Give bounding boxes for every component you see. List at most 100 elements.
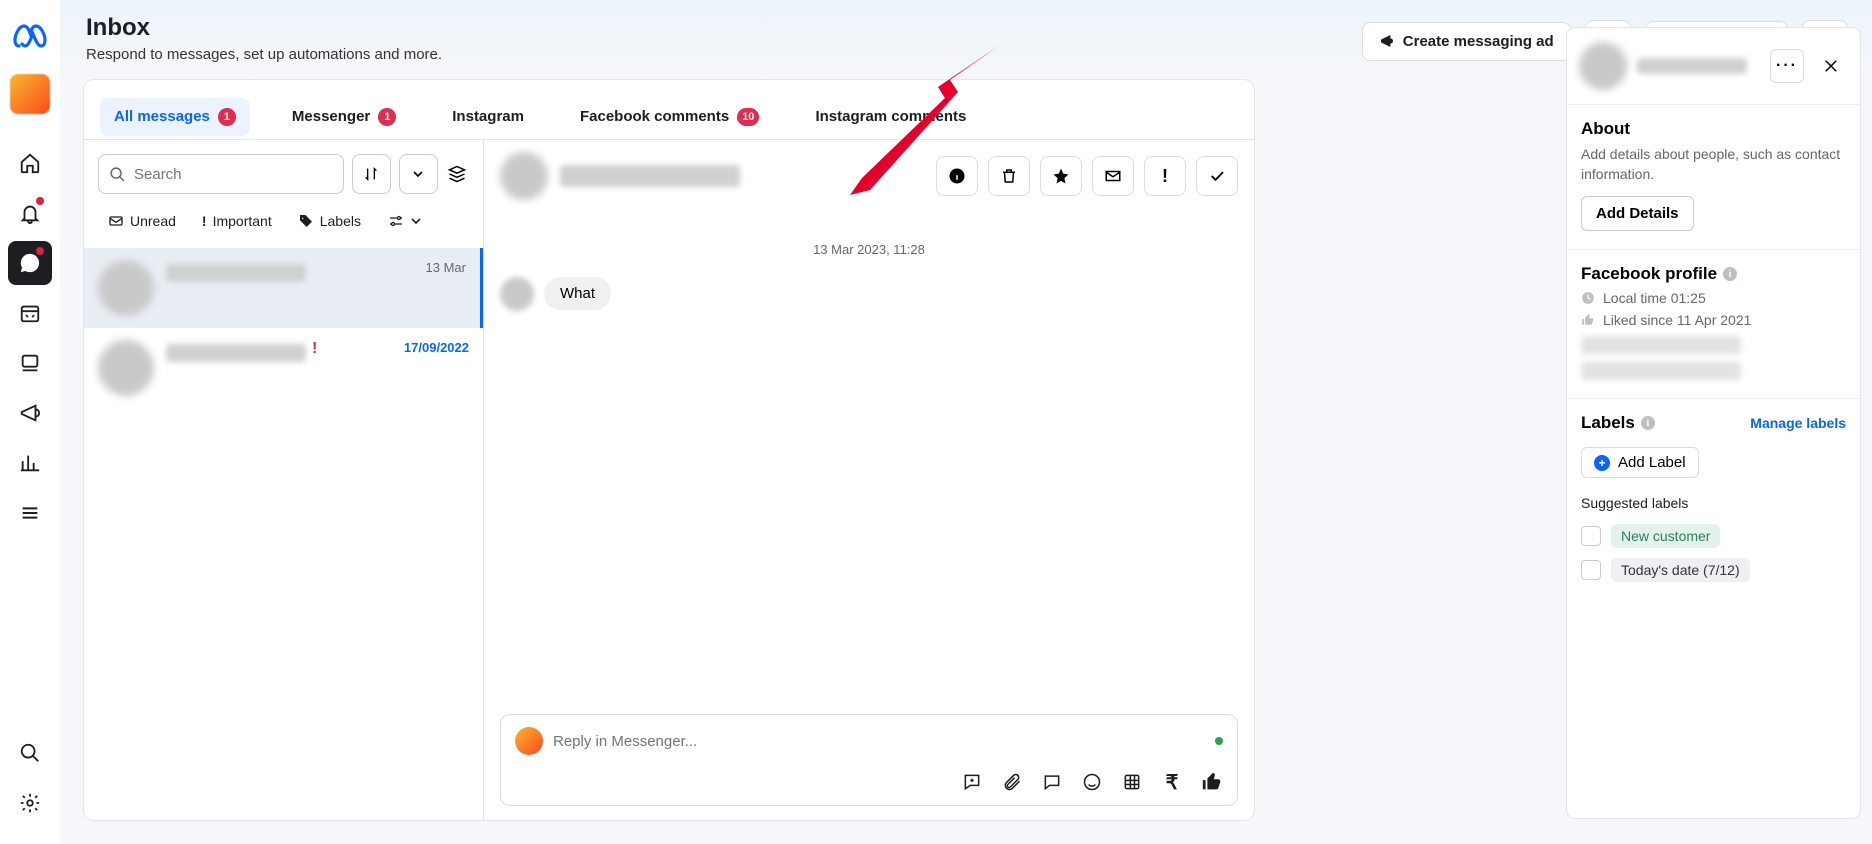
add-label-button[interactable]: +Add Label: [1581, 447, 1699, 478]
contact-details-panel: ··· About Add details about people, such…: [1567, 28, 1860, 818]
info-icon[interactable]: i: [1723, 267, 1737, 281]
sort-dropdown-button[interactable]: [399, 154, 438, 194]
trash-icon: [1000, 167, 1018, 185]
contact-name-redacted: [1637, 58, 1747, 74]
sender-avatar: [515, 727, 543, 755]
mail-icon: [108, 213, 124, 229]
thread-item[interactable]: ! 17/09/2022: [84, 328, 483, 408]
currency-icon[interactable]: ₹: [1161, 771, 1183, 793]
grid-icon[interactable]: [1121, 771, 1143, 793]
filter-important[interactable]: !Important: [192, 207, 282, 235]
reply-input[interactable]: [553, 733, 1205, 750]
search-icon[interactable]: [8, 731, 52, 775]
emoji-icon[interactable]: [1081, 771, 1103, 793]
inbox-panel: All messages1 Messenger1 Instagram Faceb…: [84, 80, 1254, 820]
search-icon: [109, 166, 126, 183]
search-input-wrapper[interactable]: [98, 154, 344, 194]
about-section: About Add details about people, such as …: [1567, 105, 1860, 250]
delete-button[interactable]: [988, 156, 1030, 196]
settings-icon[interactable]: [8, 781, 52, 825]
page-title: Inbox: [86, 14, 442, 42]
thread-name-redacted: [166, 264, 306, 282]
facebook-profile-section: Facebook profilei Local time 01:25 Liked…: [1567, 250, 1860, 399]
label-checkbox[interactable]: [1581, 526, 1601, 546]
insights-icon[interactable]: [8, 441, 52, 485]
conversation-header: !: [484, 140, 1254, 212]
thread-list: Unread !Important Labels 13 Mar ! 17/09/…: [84, 140, 484, 820]
badge: 10: [737, 108, 759, 126]
saved-reply-icon[interactable]: [961, 771, 983, 793]
message-bubble: What: [544, 277, 611, 310]
thread-name-redacted: [166, 344, 306, 362]
tab-messenger[interactable]: Messenger1: [278, 98, 410, 136]
close-icon: [1822, 57, 1840, 75]
ads-icon[interactable]: [8, 391, 52, 435]
create-messaging-ad-button[interactable]: Create messaging ad: [1362, 22, 1571, 61]
tab-instagram[interactable]: Instagram: [438, 98, 538, 135]
calendar-icon[interactable]: [8, 291, 52, 335]
filter-labels[interactable]: Labels: [288, 207, 371, 235]
mail-icon: [1104, 167, 1122, 185]
message-icon[interactable]: [1041, 771, 1063, 793]
mail-button[interactable]: [1092, 156, 1134, 196]
contact-name-redacted: [560, 165, 740, 187]
avatar: [500, 152, 548, 200]
liked-since: Liked since 11 Apr 2021: [1603, 312, 1751, 328]
info-button[interactable]: [936, 156, 978, 196]
chevron-down-icon: [411, 216, 421, 226]
close-button[interactable]: [1814, 49, 1848, 83]
about-text: Add details about people, such as contac…: [1581, 145, 1846, 184]
important-button[interactable]: !: [1144, 156, 1186, 196]
filter-settings[interactable]: [377, 206, 431, 236]
layers-icon[interactable]: [446, 164, 469, 184]
avatar: [1579, 42, 1627, 90]
posts-icon[interactable]: [8, 341, 52, 385]
manage-labels-link[interactable]: Manage labels: [1750, 415, 1846, 431]
badge: 1: [378, 108, 396, 126]
megaphone-icon: [1379, 33, 1395, 49]
info-icon[interactable]: i: [1641, 416, 1655, 430]
check-icon: [1208, 167, 1226, 185]
inbox-icon[interactable]: [8, 241, 52, 285]
tab-facebook-comments[interactable]: Facebook comments10: [566, 98, 773, 136]
thread-item[interactable]: 13 Mar: [84, 248, 483, 328]
sliders-icon: [387, 212, 405, 230]
label-checkbox[interactable]: [1581, 560, 1601, 580]
like-icon[interactable]: [1201, 771, 1223, 793]
label-chip-todays-date[interactable]: Today's date (7/12): [1611, 558, 1750, 582]
home-icon[interactable]: [8, 141, 52, 185]
done-button[interactable]: [1196, 156, 1238, 196]
star-button[interactable]: [1040, 156, 1082, 196]
page-avatar[interactable]: [10, 74, 50, 114]
info-icon: [948, 167, 966, 185]
sort-button[interactable]: [352, 154, 391, 194]
page-subtitle: Respond to messages, set up automations …: [86, 46, 442, 63]
thread-date: 17/09/2022: [404, 340, 469, 396]
meta-logo: [12, 20, 48, 56]
add-details-button[interactable]: Add Details: [1581, 196, 1694, 231]
create-ad-label: Create messaging ad: [1403, 33, 1554, 50]
exclamation-icon: !: [202, 213, 207, 229]
tab-all-messages[interactable]: All messages1: [100, 98, 250, 136]
menu-icon[interactable]: [8, 491, 52, 535]
search-input[interactable]: [134, 166, 333, 183]
reply-composer[interactable]: ₹: [500, 714, 1238, 806]
filter-unread[interactable]: Unread: [98, 207, 186, 235]
suggested-labels-heading: Suggested labels: [1581, 494, 1846, 514]
channel-tabs: All messages1 Messenger1 Instagram Faceb…: [84, 80, 1254, 140]
fb-profile-heading: Facebook profile: [1581, 264, 1717, 284]
suggested-label-row: New customer: [1581, 524, 1846, 548]
tab-instagram-comments[interactable]: Instagram comments: [801, 98, 980, 135]
message-timestamp: 13 Mar 2023, 11:28: [500, 242, 1238, 257]
notifications-icon[interactable]: [8, 191, 52, 235]
more-button[interactable]: ···: [1770, 49, 1804, 83]
exclamation-icon: !: [1162, 166, 1168, 187]
label-chip-new-customer[interactable]: New customer: [1611, 524, 1720, 548]
avatar: [98, 260, 154, 316]
clock-icon: [1581, 291, 1595, 305]
thread-date: 13 Mar: [426, 260, 466, 316]
avatar: [500, 277, 534, 311]
attachment-icon[interactable]: [1001, 771, 1023, 793]
message-row: What: [500, 277, 1238, 311]
avatar: [98, 340, 154, 396]
